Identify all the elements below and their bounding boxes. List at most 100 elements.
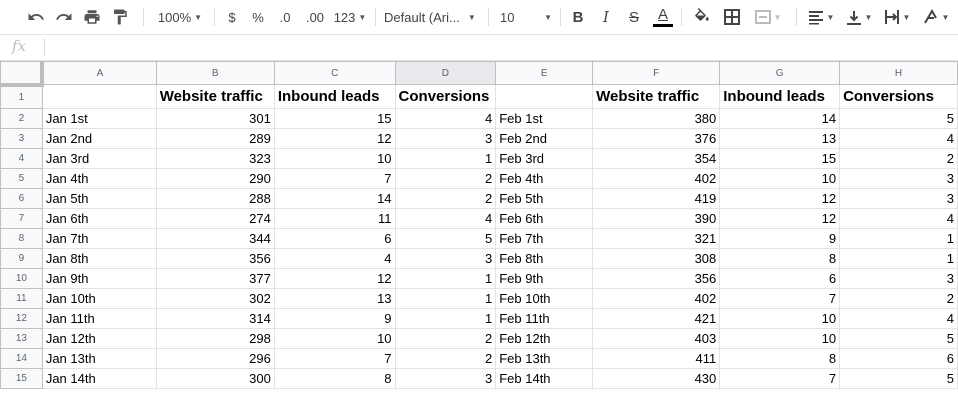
cell-g13[interactable]: 10 xyxy=(719,328,841,349)
cell-e7[interactable]: Feb 6th xyxy=(495,208,594,229)
cell-d13[interactable]: 2 xyxy=(394,328,497,349)
cell-a13[interactable]: Jan 12th xyxy=(41,328,157,349)
cell-h8[interactable]: 1 xyxy=(839,228,958,249)
cell-h13[interactable]: 5 xyxy=(839,328,958,349)
horizontal-align-button[interactable]: ▼ xyxy=(804,4,838,30)
cell-h11[interactable]: 2 xyxy=(839,288,958,309)
zoom-select[interactable]: 100% ▼ xyxy=(150,4,210,30)
column-header-d[interactable]: D xyxy=(394,61,497,85)
cell-g12[interactable]: 10 xyxy=(719,308,841,329)
cell-f1[interactable]: Website traffic xyxy=(592,84,721,109)
cell-b4[interactable]: 323 xyxy=(155,148,275,169)
select-all-corner[interactable] xyxy=(0,61,45,87)
cell-f5[interactable]: 402 xyxy=(592,168,721,189)
column-header-a[interactable]: A xyxy=(41,61,157,85)
text-rotation-button[interactable]: ▼ xyxy=(918,4,954,30)
cell-a2[interactable]: Jan 1st xyxy=(41,108,157,129)
redo-button[interactable] xyxy=(52,4,76,30)
cell-h2[interactable]: 5 xyxy=(839,108,958,129)
cell-a6[interactable]: Jan 5th xyxy=(41,188,157,209)
text-color-button[interactable]: A xyxy=(651,4,675,30)
cell-f6[interactable]: 419 xyxy=(592,188,721,209)
cell-e13[interactable]: Feb 12th xyxy=(495,328,594,349)
cell-g8[interactable]: 9 xyxy=(719,228,841,249)
cell-h6[interactable]: 3 xyxy=(839,188,958,209)
cell-g2[interactable]: 14 xyxy=(719,108,841,129)
cell-f4[interactable]: 354 xyxy=(592,148,721,169)
row-header[interactable]: 11 xyxy=(0,288,43,309)
decrease-decimal-button[interactable]: .0 xyxy=(274,4,296,30)
cell-f10[interactable]: 356 xyxy=(592,268,721,289)
row-header[interactable]: 13 xyxy=(0,328,43,349)
cell-g6[interactable]: 12 xyxy=(719,188,841,209)
cell-a15[interactable]: Jan 14th xyxy=(41,368,157,389)
cell-d15[interactable]: 3 xyxy=(394,368,497,389)
column-header-f[interactable]: F xyxy=(592,61,721,85)
vertical-align-button[interactable]: ▼ xyxy=(842,4,876,30)
cell-e6[interactable]: Feb 5th xyxy=(495,188,594,209)
cell-b5[interactable]: 290 xyxy=(155,168,275,189)
cell-g7[interactable]: 12 xyxy=(719,208,841,229)
cell-c7[interactable]: 11 xyxy=(273,208,396,229)
cell-h14[interactable]: 6 xyxy=(839,348,958,369)
cell-f9[interactable]: 308 xyxy=(592,248,721,269)
row-header[interactable]: 14 xyxy=(0,348,43,369)
cell-d10[interactable]: 1 xyxy=(394,268,497,289)
cell-h4[interactable]: 2 xyxy=(839,148,958,169)
cell-h9[interactable]: 1 xyxy=(839,248,958,269)
row-header[interactable]: 1 xyxy=(0,84,43,109)
cell-e15[interactable]: Feb 14th xyxy=(495,368,594,389)
cell-b7[interactable]: 274 xyxy=(155,208,275,229)
cell-h7[interactable]: 4 xyxy=(839,208,958,229)
row-header[interactable]: 8 xyxy=(0,228,43,249)
print-button[interactable] xyxy=(80,4,104,30)
cell-e10[interactable]: Feb 9th xyxy=(495,268,594,289)
cell-d8[interactable]: 5 xyxy=(394,228,497,249)
paint-format-button[interactable] xyxy=(108,4,132,30)
cell-d14[interactable]: 2 xyxy=(394,348,497,369)
cell-b14[interactable]: 296 xyxy=(155,348,275,369)
cell-e3[interactable]: Feb 2nd xyxy=(495,128,594,149)
row-header[interactable]: 7 xyxy=(0,208,43,229)
cell-f3[interactable]: 376 xyxy=(592,128,721,149)
column-header-b[interactable]: B xyxy=(155,61,275,85)
cell-d2[interactable]: 4 xyxy=(394,108,497,129)
cell-b13[interactable]: 298 xyxy=(155,328,275,349)
cell-a4[interactable]: Jan 3rd xyxy=(41,148,157,169)
column-header-c[interactable]: C xyxy=(273,61,396,85)
cell-g15[interactable]: 7 xyxy=(719,368,841,389)
fill-color-button[interactable] xyxy=(690,4,714,30)
cell-b3[interactable]: 289 xyxy=(155,128,275,149)
cell-g3[interactable]: 13 xyxy=(719,128,841,149)
formula-input[interactable] xyxy=(52,39,942,57)
cell-f8[interactable]: 321 xyxy=(592,228,721,249)
row-header[interactable]: 15 xyxy=(0,368,43,389)
cell-f15[interactable]: 430 xyxy=(592,368,721,389)
row-header[interactable]: 4 xyxy=(0,148,43,169)
cell-h10[interactable]: 3 xyxy=(839,268,958,289)
cell-d9[interactable]: 3 xyxy=(394,248,497,269)
cell-e12[interactable]: Feb 11th xyxy=(495,308,594,329)
cell-b10[interactable]: 377 xyxy=(155,268,275,289)
cell-g14[interactable]: 8 xyxy=(719,348,841,369)
cell-c10[interactable]: 12 xyxy=(273,268,396,289)
cell-b1[interactable]: Website traffic xyxy=(155,84,275,109)
cell-a10[interactable]: Jan 9th xyxy=(41,268,157,289)
cell-h5[interactable]: 3 xyxy=(839,168,958,189)
cell-g5[interactable]: 10 xyxy=(719,168,841,189)
row-header[interactable]: 6 xyxy=(0,188,43,209)
column-header-h[interactable]: H xyxy=(839,61,958,85)
cell-a8[interactable]: Jan 7th xyxy=(41,228,157,249)
cell-c9[interactable]: 4 xyxy=(273,248,396,269)
cell-a11[interactable]: Jan 10th xyxy=(41,288,157,309)
cell-d1[interactable]: Conversions xyxy=(394,84,497,109)
borders-button[interactable] xyxy=(720,4,744,30)
cell-e9[interactable]: Feb 8th xyxy=(495,248,594,269)
cell-a9[interactable]: Jan 8th xyxy=(41,248,157,269)
font-size-select[interactable]: 10 ▼ xyxy=(500,4,552,30)
cell-d5[interactable]: 2 xyxy=(394,168,497,189)
cell-e14[interactable]: Feb 13th xyxy=(495,348,594,369)
cell-c13[interactable]: 10 xyxy=(273,328,396,349)
cell-f11[interactable]: 402 xyxy=(592,288,721,309)
cell-f2[interactable]: 380 xyxy=(592,108,721,129)
